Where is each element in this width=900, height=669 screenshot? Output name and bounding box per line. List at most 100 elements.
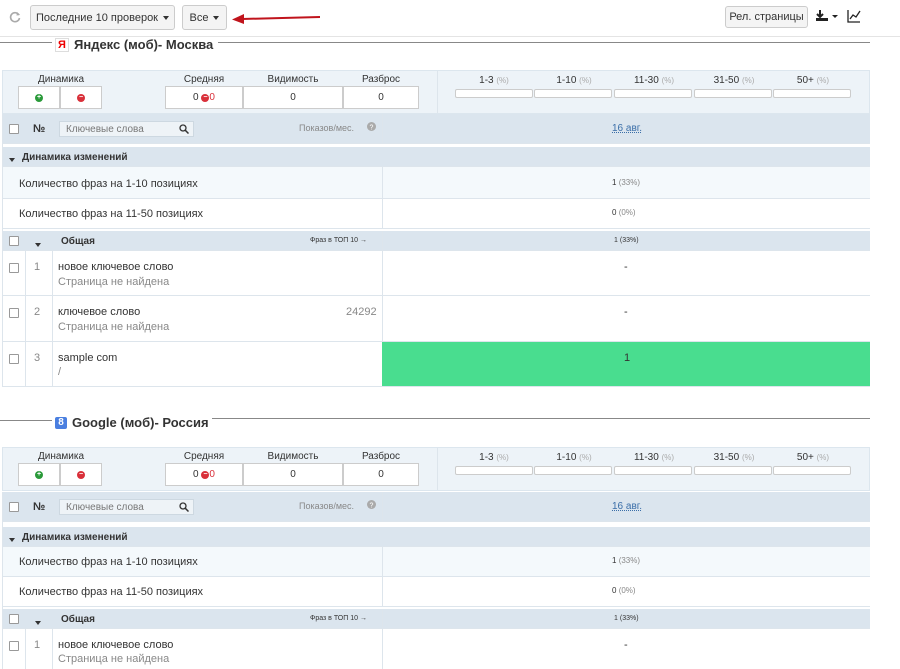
range-label: 50+	[796, 75, 814, 86]
range-label: 1-10	[556, 75, 577, 86]
dynamics-group-row[interactable]: Динамика изменений	[2, 147, 870, 167]
spread-value: 0	[343, 86, 419, 109]
impressions-header[interactable]: Показов/мес.	[299, 501, 354, 511]
stat-pct: (0%)	[618, 208, 636, 217]
search-icon[interactable]	[179, 124, 190, 137]
stat-label: Количество фраз на 1-10 позициях	[19, 178, 198, 190]
column-divider	[52, 296, 53, 342]
last-checks-label: Последние 10 проверок	[36, 11, 158, 24]
average-value: 0 −0	[165, 463, 243, 486]
range-pct: (%)	[661, 76, 675, 85]
plus-icon: +	[35, 93, 43, 102]
stat-number: 1	[612, 178, 617, 187]
table-row[interactable]: 3 sample com / 1	[2, 342, 870, 387]
caret-down-icon	[9, 153, 15, 165]
stat-label: Количество фраз на 1-10 позициях	[19, 556, 198, 568]
stat-row: Количество фраз на 11-50 позициях 0 (0%)	[2, 199, 870, 229]
range-bar	[614, 89, 692, 98]
dynamics-down-button[interactable]: −	[60, 463, 102, 486]
date-column-header[interactable]: 16 авг.	[612, 501, 642, 512]
dynamics-down-button[interactable]: −	[60, 86, 102, 109]
group-value: 1 (33%)	[614, 237, 639, 244]
stat-row: Количество фраз на 1-10 позициях 1 (33%)	[2, 547, 870, 577]
filter-all-dropdown[interactable]: Все	[182, 5, 227, 30]
keyword-search-input[interactable]: Ключевые слова	[59, 121, 194, 137]
toolbar: Последние 10 проверок Все Рел. страницы	[0, 0, 900, 37]
row-checkbox[interactable]	[9, 354, 19, 364]
range-label: 1-10	[556, 452, 577, 463]
dynamics-up-button[interactable]: +	[18, 86, 60, 109]
column-divider	[382, 296, 383, 342]
range-bar	[773, 466, 851, 475]
keyword-page[interactable]: Страница не найдена	[58, 276, 169, 288]
dynamics-up-button[interactable]: +	[18, 463, 60, 486]
help-icon[interactable]: ?	[367, 500, 376, 512]
group-label: Общая	[61, 236, 95, 247]
filter-all-label: Все	[189, 11, 209, 24]
svg-text:?: ?	[370, 124, 374, 131]
table-row[interactable]: 1 новое ключевое слово Страница не найде…	[2, 251, 870, 296]
dynamics-group-row[interactable]: Динамика изменений	[2, 527, 870, 547]
range-50-plus: 50+ (%)	[774, 452, 852, 463]
refresh-icon[interactable]	[8, 10, 22, 27]
chart-icon[interactable]	[847, 9, 861, 26]
keyword-page[interactable]: /	[58, 366, 61, 378]
section-title-text: Яндекс (моб)- Москва	[74, 37, 214, 52]
row-checkbox[interactable]	[9, 641, 19, 651]
keyword-phrase[interactable]: sample com	[58, 352, 117, 364]
group-checkbox[interactable]	[9, 236, 19, 246]
help-icon[interactable]: ?	[367, 122, 376, 134]
number-column-header: №	[33, 501, 46, 513]
range-bar	[694, 89, 772, 98]
column-divider	[52, 342, 53, 387]
rel-pages-button[interactable]: Рел. страницы	[725, 6, 808, 28]
row-checkbox[interactable]	[9, 308, 19, 318]
keyword-page[interactable]: Страница не найдена	[58, 653, 169, 665]
download-icon[interactable]	[815, 9, 839, 26]
column-divider	[52, 251, 53, 296]
range-bar	[773, 89, 851, 98]
table-row[interactable]: 1 новое ключевое слово Страница не найде…	[2, 629, 870, 669]
general-group-row[interactable]: Общая Фраз в ТОП 10 → 1 (33%)	[2, 231, 870, 251]
spread-label: Разброс	[361, 451, 401, 462]
keyword-search-input[interactable]: Ключевые слова	[59, 499, 194, 515]
visibility-value: 0	[243, 86, 343, 109]
column-divider	[437, 448, 438, 490]
impressions-header[interactable]: Показов/мес.	[299, 123, 354, 133]
keyword-phrase[interactable]: ключевое слово	[58, 306, 140, 318]
minus-icon: −	[77, 93, 85, 102]
search-icon[interactable]	[179, 502, 190, 515]
caret-down-icon	[9, 533, 15, 545]
range-31-50: 31-50 (%)	[695, 75, 773, 86]
section-divider	[0, 42, 52, 43]
position-value: 1	[624, 352, 631, 364]
date-column-header[interactable]: 16 авг.	[612, 123, 642, 134]
row-number: 1	[34, 261, 41, 273]
number-column-header: №	[33, 123, 46, 135]
top10-label: Фраз в ТОП 10 →	[310, 615, 367, 622]
range-label: 31-50	[713, 75, 740, 86]
general-group-row[interactable]: Общая Фраз в ТОП 10 → 1 (33%)	[2, 609, 870, 629]
group-checkbox[interactable]	[9, 614, 19, 624]
visibility-value: 0	[243, 463, 343, 486]
column-divider	[382, 199, 383, 229]
stat-label: Количество фраз на 11-50 позициях	[19, 208, 204, 220]
summary-block: Динамика + − Средняя Видимость Разброс 0…	[2, 70, 870, 114]
svg-text:?: ?	[370, 502, 374, 509]
table-header: № Ключевые слова Показов/мес. ? 16 авг.	[2, 492, 870, 522]
last-checks-dropdown[interactable]: Последние 10 проверок	[30, 5, 175, 30]
group-number: 1	[614, 615, 618, 622]
keyword-phrase[interactable]: новое ключевое слово	[58, 261, 173, 273]
table-row[interactable]: 2 ключевое слово Страница не найдена 242…	[2, 296, 870, 342]
keyword-page[interactable]: Страница не найдена	[58, 321, 169, 333]
select-all-checkbox[interactable]	[9, 124, 19, 134]
group-label: Динамика изменений	[22, 152, 128, 163]
range-50-plus: 50+ (%)	[774, 75, 852, 86]
column-divider	[382, 167, 383, 199]
position-value: -	[624, 261, 628, 273]
chevron-down-icon	[163, 15, 169, 20]
range-label: 1-3	[479, 75, 494, 86]
keyword-phrase[interactable]: новое ключевое слово	[58, 639, 173, 651]
select-all-checkbox[interactable]	[9, 502, 19, 512]
row-checkbox[interactable]	[9, 263, 19, 273]
